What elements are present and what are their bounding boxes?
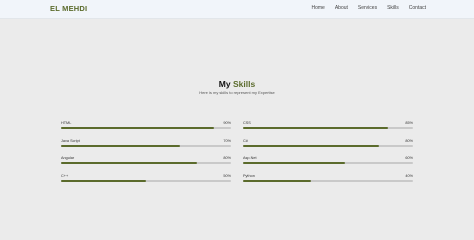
- skill-bar-track: [243, 144, 413, 147]
- skill-cpp: C++ 50%: [61, 174, 231, 185]
- nav-link-services[interactable]: Services: [358, 5, 377, 11]
- skill-percent: 70%: [223, 138, 231, 143]
- skill-percent: 80%: [223, 156, 231, 160]
- nav-link-about[interactable]: About: [335, 5, 348, 11]
- skill-percent: 40%: [405, 173, 413, 178]
- skill-name: HTML: [61, 121, 72, 125]
- skill-csharp: C# 80%: [243, 139, 413, 150]
- skill-bar-fill: [243, 127, 388, 129]
- skill-name: Java Script: [61, 138, 80, 143]
- skill-name: Asp.Net: [243, 156, 257, 160]
- skill-percent: 90%: [223, 121, 231, 125]
- skill-bar-track: [243, 179, 413, 182]
- skill-name: Python: [243, 173, 255, 178]
- skill-bar-track: [61, 179, 231, 182]
- nav-link-home[interactable]: Home: [311, 5, 324, 11]
- skills-grid: HTML 90% CSS 85% Java Script 70% C# 80% Angu…: [61, 121, 413, 185]
- skill-name: C#: [243, 138, 248, 143]
- skill-bar-fill: [243, 162, 345, 164]
- skill-name: Angular: [61, 156, 75, 160]
- skill-bar-track: [243, 127, 413, 129]
- skill-name: C++: [61, 173, 69, 178]
- skill-bar-track: [243, 162, 413, 164]
- skill-bar-fill: [243, 144, 379, 147]
- skills-heading: My Skills Here is my skills to represent…: [0, 79, 474, 95]
- skill-percent: 50%: [223, 173, 231, 178]
- skill-percent: 80%: [405, 138, 413, 143]
- skill-python: Python 40%: [243, 174, 413, 185]
- section-subtitle: Here is my skills to represent my Expert…: [199, 90, 275, 95]
- skill-css: CSS 85%: [243, 121, 413, 132]
- nav-link-skills[interactable]: Skills: [387, 5, 399, 11]
- skill-name: CSS: [243, 121, 251, 125]
- skill-angular: Angular 80%: [61, 156, 231, 167]
- skill-percent: 85%: [405, 121, 413, 125]
- skill-bar-fill: [61, 179, 146, 182]
- title-prefix: My: [218, 79, 233, 89]
- skill-bar-fill: [61, 162, 197, 164]
- skill-html: HTML 90%: [61, 121, 231, 132]
- skill-bar-track: [61, 127, 231, 129]
- skill-javascript: Java Script 70%: [61, 139, 231, 150]
- skill-bar-track: [61, 144, 231, 147]
- skill-aspnet: Asp.Net 60%: [243, 156, 413, 167]
- top-navbar: EL MEHDI Home About Services Skills Cont…: [0, 0, 474, 19]
- nav-link-contact[interactable]: Contact: [409, 5, 426, 11]
- section-title: My Skills: [0, 79, 474, 89]
- skill-bar-track: [61, 162, 231, 164]
- skill-percent: 60%: [405, 156, 413, 160]
- skill-bar-fill: [243, 179, 311, 182]
- skill-bar-fill: [61, 144, 180, 147]
- skill-bar-fill: [61, 127, 214, 129]
- title-accent: Skills: [232, 79, 256, 89]
- nav-menu: Home About Services Skills Contact: [311, 5, 426, 11]
- brand-logo[interactable]: EL MEHDI: [50, 4, 87, 13]
